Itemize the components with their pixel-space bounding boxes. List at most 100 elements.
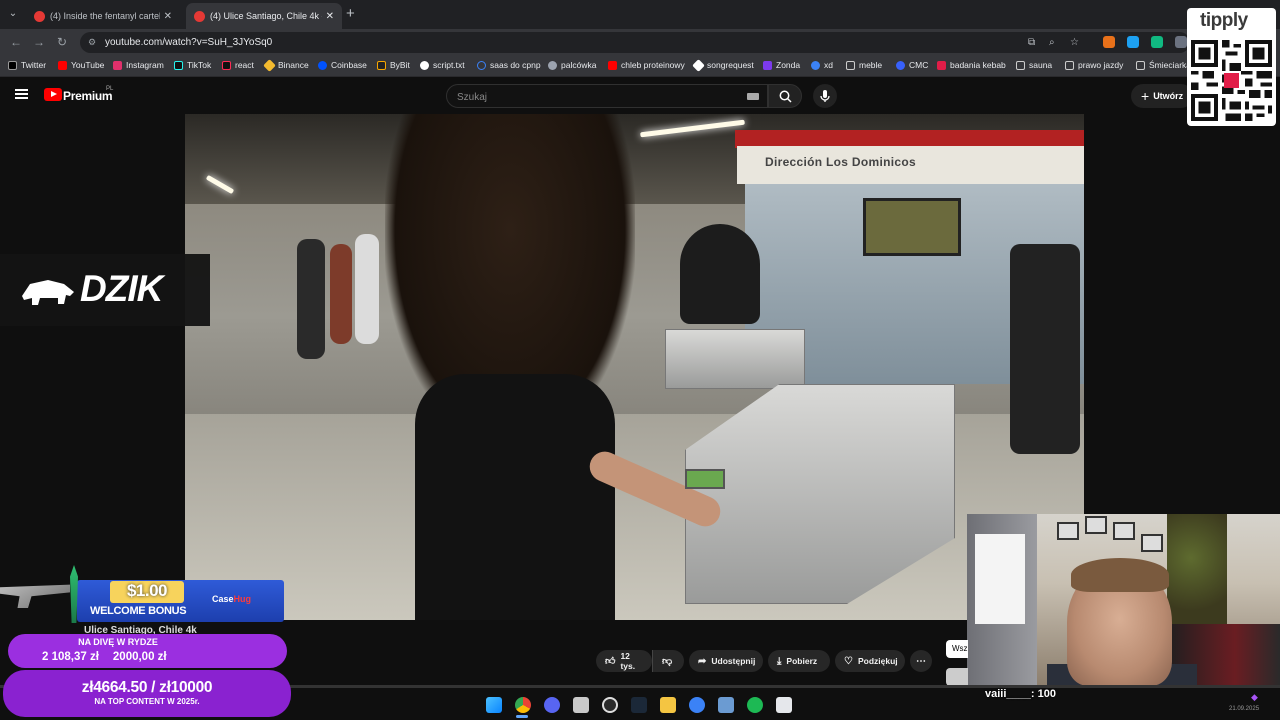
more-dots-icon: ⋯	[916, 655, 926, 667]
thumbs-down-icon: 👎︎	[662, 656, 673, 667]
bookmark-item[interactable]: Binance	[263, 58, 309, 72]
bookmark-item[interactable]: Twitter	[8, 60, 46, 70]
app-icon[interactable]	[573, 697, 589, 713]
bookmark-item[interactable]: Instagram	[113, 60, 164, 70]
file-explorer-icon[interactable]	[660, 697, 676, 713]
folder-icon	[1016, 60, 1025, 70]
boar-icon	[22, 280, 74, 305]
bookmark-label: Twitter	[21, 60, 47, 70]
new-tab-plus-icon[interactable]: +	[346, 5, 355, 22]
network-app-icon[interactable]	[718, 697, 734, 713]
brand-prefix: Case	[212, 594, 234, 604]
more-actions-button[interactable]: ⋯	[910, 650, 932, 672]
bookmark-folder[interactable]: prawo jazdy	[1065, 60, 1123, 70]
circle-logo-icon	[477, 60, 486, 70]
bookmark-label: Instagram	[126, 60, 164, 70]
voice-search-button[interactable]	[813, 84, 837, 108]
reload-icon[interactable]: ↻	[57, 35, 67, 49]
bookmark-item[interactable]: YouTube	[58, 60, 104, 70]
site-info-icon[interactable]: ⚙	[88, 37, 96, 48]
windows-start-icon[interactable]	[486, 697, 502, 713]
bookmark-item[interactable]: react	[222, 60, 254, 70]
bookmark-item[interactable]: xd	[811, 60, 833, 70]
brand-suffix: Hug	[233, 594, 252, 604]
webcam-scene-frame	[1141, 534, 1163, 552]
bookmarks-bar: Twitter YouTube Instagram TikTok react B…	[0, 56, 1280, 77]
region-code: PL	[106, 86, 114, 92]
bookmark-label: Coinbase	[331, 60, 367, 70]
bookmark-folder[interactable]: Śmieciarka	[1136, 60, 1191, 70]
instagram-logo-icon	[113, 60, 122, 70]
donation-goal-rydze: NA DIVĘ W RYDZE 2 108,37 zł 2000,00 zł	[8, 634, 287, 668]
chat-text: 100	[1037, 688, 1056, 700]
bookmark-item[interactable]: chleb proteinowy	[608, 60, 685, 70]
like-button[interactable]: 👍︎ 12 tys.	[596, 650, 652, 672]
zoom-icon[interactable]: ⌕	[1049, 37, 1055, 48]
video-player[interactable]: Dirección Los Dominicos	[185, 114, 1084, 620]
obs-icon[interactable]	[602, 697, 618, 713]
bookmark-item[interactable]: Coinbase	[318, 60, 367, 70]
folder-icon	[1065, 60, 1074, 70]
discord-icon[interactable]	[544, 697, 560, 713]
bookmark-folder[interactable]: meble	[846, 60, 882, 70]
search-button[interactable]	[768, 84, 802, 108]
bookmark-item[interactable]: ByBit	[377, 60, 410, 70]
search-input[interactable]	[455, 89, 725, 105]
app-c-icon[interactable]	[689, 697, 705, 713]
bookmark-item[interactable]: songrequest	[692, 58, 754, 72]
webcam-scene-frame	[1057, 522, 1079, 540]
browser-tab-active[interactable]: (4) Ulice Santiago, Chile 4k - Yo ✕	[186, 3, 342, 29]
filter-chip[interactable]	[946, 668, 968, 686]
tab-title: (4) Ulice Santiago, Chile 4k - Yo	[210, 11, 322, 21]
back-arrow-icon[interactable]: ←	[10, 35, 22, 49]
video-scene-tv-screen	[863, 198, 961, 256]
bookmark-item[interactable]: Zonda	[763, 60, 800, 70]
tab-title: (4) Inside the fentanyl cartel: M	[50, 11, 160, 21]
keyboard-icon[interactable]	[747, 93, 759, 100]
download-button[interactable]: ⤓ Pobierz	[768, 650, 830, 672]
bookmark-item[interactable]: CMC	[896, 60, 928, 70]
close-tab-icon[interactable]: ✕	[164, 11, 172, 22]
bookmark-star-icon[interactable]: ☆	[1070, 37, 1079, 48]
bookmark-label: TikTok	[187, 60, 212, 70]
promo-headline: WELCOME BONUS	[90, 605, 187, 617]
clock-date: 21.09.2025	[1229, 706, 1260, 712]
extension-blue-icon[interactable]	[1127, 36, 1139, 48]
hamburger-menu-icon[interactable]	[15, 89, 28, 99]
bookmark-item[interactable]: saas do cpnp	[477, 60, 541, 70]
bookmark-item[interactable]: TikTok	[174, 60, 211, 70]
spotify-icon[interactable]	[747, 697, 763, 713]
donation-goal-content: zł4664.50 / zł10000 NA TOP CONTENT W 202…	[3, 670, 291, 717]
tab-search-chevron-icon[interactable]: ⌄	[5, 6, 21, 22]
youtube-premium-logo-text[interactable]: Premium	[63, 89, 113, 103]
youtube-header: Premium PL +Utwórz	[0, 77, 1280, 114]
webcam-scene-frame	[1085, 516, 1107, 534]
bookmark-item[interactable]: palcówka	[548, 60, 596, 70]
pistol-skin-image	[0, 584, 70, 608]
extension-fox-icon[interactable]	[1103, 36, 1115, 48]
thanks-button[interactable]: ♡ Podziękuj	[835, 650, 905, 672]
bookmark-label: Binance	[278, 60, 309, 70]
extension-translate-icon[interactable]	[1151, 36, 1163, 48]
notepad-icon[interactable]	[776, 697, 792, 713]
create-button[interactable]: + Utwórz	[1131, 84, 1194, 108]
video-scene-pedestrian	[297, 239, 325, 359]
close-tab-icon[interactable]: ✕	[326, 11, 334, 22]
casehug-brand: CaseHug	[212, 594, 251, 604]
chrome-icon[interactable]	[515, 697, 531, 713]
filter-chip-all[interactable]: Wsz	[946, 640, 968, 658]
forward-arrow-icon[interactable]: →	[33, 35, 45, 49]
youtube-logo-icon[interactable]	[44, 88, 62, 101]
cmc-logo-icon	[896, 60, 905, 70]
video-scene-pedestrian	[355, 234, 379, 344]
dislike-button[interactable]: 👎︎	[652, 650, 684, 672]
bookmark-item[interactable]: badania kebab	[937, 60, 1006, 70]
install-app-icon[interactable]: ⧉	[1028, 37, 1035, 48]
omnibox[interactable]: ⚙ youtube.com/watch?v=SuH_3JYoSq0	[80, 32, 1190, 53]
browser-tab[interactable]: (4) Inside the fentanyl cartel: M ✕	[26, 3, 180, 29]
extensions-puzzle-icon[interactable]	[1175, 36, 1187, 48]
steam-icon[interactable]	[631, 697, 647, 713]
bookmark-item[interactable]: script.txt	[420, 60, 465, 70]
share-button[interactable]: ➦ Udostępnij	[689, 650, 763, 672]
bookmark-folder[interactable]: sauna	[1016, 60, 1052, 70]
